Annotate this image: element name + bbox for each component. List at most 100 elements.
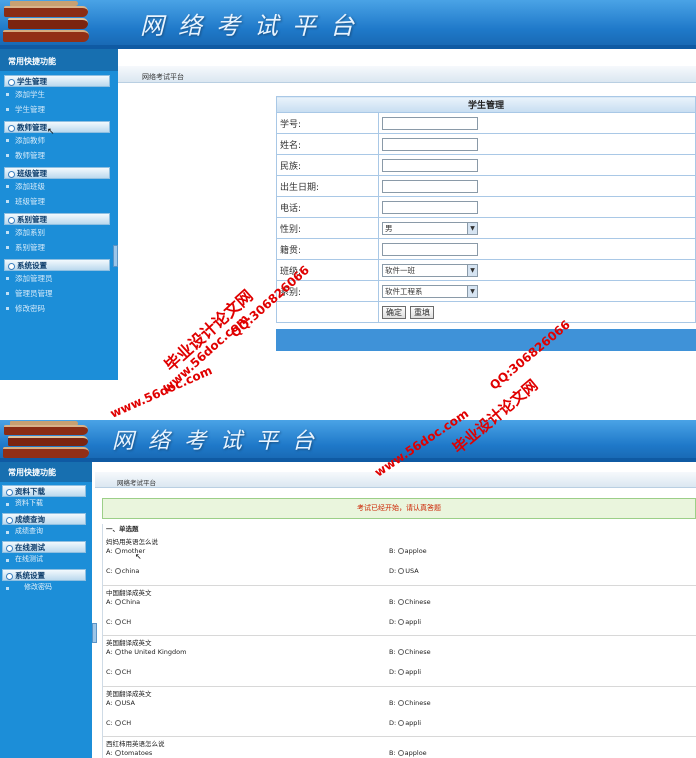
sidebar-item-manage-student[interactable]: 学生管理 [0, 102, 118, 117]
form-title: 学生管理 [276, 96, 696, 113]
phone-input[interactable] [382, 200, 478, 214]
radio-icon [114, 618, 121, 625]
radio-icon [397, 598, 404, 605]
breadcrumb: 网络考试平台 [142, 73, 184, 81]
option-c[interactable]: C: CH [106, 719, 131, 727]
gender-select[interactable]: 男 ▼ [382, 221, 478, 235]
header-banner: 网络考试平台 [0, 0, 696, 49]
sidebar-toggle-handle[interactable] [92, 623, 97, 643]
sidebar-group-student[interactable]: 学生管理 [4, 75, 110, 87]
option-d[interactable]: D: appli [389, 618, 421, 626]
option-b[interactable]: B: apploe [389, 749, 427, 757]
sidebar: 常用快捷功能 资料下载 资料下载 成绩查询 成绩查询 在线测试 在线测试 系统设… [0, 462, 92, 758]
option-a[interactable]: A: China [106, 598, 140, 606]
sidebar-group-scores[interactable]: 成绩查询 [2, 513, 86, 525]
option-a[interactable]: A: tomatoes [106, 749, 152, 757]
sidebar-title: 常用快捷功能 [0, 49, 118, 71]
content-topbar [118, 66, 696, 83]
sidebar-item-change-password[interactable]: 修改密码 [0, 581, 92, 594]
gender-label: 性别: [276, 217, 379, 239]
option-a[interactable]: A: USA [106, 699, 135, 707]
question-item: 美国翻译成英文 A: USA B: Chinese C: CH D: appli [103, 687, 696, 737]
sidebar-item-downloads[interactable]: 资料下载 [0, 497, 92, 510]
question-item: 中国翻译成英文 A: China B: Chinese C: CH D: appli [103, 586, 696, 636]
option-c[interactable]: C: CH [106, 618, 131, 626]
ethnicity-input[interactable] [382, 158, 478, 172]
sidebar-group-class[interactable]: 班级管理 [4, 167, 110, 179]
sidebar-item-change-password[interactable]: 修改密码 [0, 301, 118, 316]
question-item: 妈妈用英语怎么说 A: mother B: apploe C: china D: USA… [103, 535, 696, 586]
chevron-down-icon: ▼ [467, 285, 477, 297]
student-id-input[interactable] [382, 116, 478, 130]
radio-icon [398, 568, 405, 574]
birthdate-input[interactable] [382, 179, 478, 193]
question-text: 妈妈用英语怎么说 [106, 538, 158, 546]
sidebar: 常用快捷功能 学生管理 添加学生 学生管理 教师管理 添加教师 教师管理 班级管… [0, 49, 118, 380]
name-input[interactable] [382, 137, 478, 151]
option-b[interactable]: B: Chinese [389, 598, 431, 606]
section-heading: 一、单选题 [106, 525, 139, 533]
sidebar-group-online-test[interactable]: 在线测试 [2, 541, 86, 553]
radio-icon [114, 750, 121, 756]
option-c[interactable]: C: china [106, 567, 139, 575]
phone-label: 电话: [276, 196, 379, 218]
sidebar-item-add-student[interactable]: 添加学生 [0, 87, 118, 102]
exam-questions: 一、单选题 妈妈用英语怎么说 A: mother B: apploe C: china… [102, 524, 696, 758]
radio-icon [398, 618, 405, 625]
sidebar-item-add-class[interactable]: 添加班级 [0, 179, 118, 194]
question-text: 美国翻译成英文 [106, 689, 152, 698]
confirm-button[interactable]: 确定 [382, 305, 406, 319]
option-d[interactable]: D: USA [389, 567, 419, 575]
sidebar-item-manage-class[interactable]: 班级管理 [0, 194, 118, 209]
department-select[interactable]: 软件工程系 ▼ [382, 284, 478, 298]
sidebar-group-downloads[interactable]: 资料下载 [2, 485, 86, 497]
site-title: 网络考试平台 [112, 429, 329, 454]
option-a[interactable]: A: the United Kingdom [106, 648, 186, 656]
admin-screenshot: 网络考试平台 常用快捷功能 学生管理 添加学生 学生管理 教师管理 添加教师 教… [0, 0, 696, 380]
sidebar-item-manage-department[interactable]: 系别管理 [0, 240, 118, 255]
sidebar-group-settings[interactable]: 系统设置 [4, 259, 110, 271]
sidebar-item-add-admin[interactable]: 添加管理员 [0, 271, 118, 286]
option-b[interactable]: B: Chinese [389, 648, 431, 656]
radio-icon [398, 719, 405, 726]
radio-icon [114, 669, 121, 675]
form-footer-bar [276, 329, 696, 351]
exam-notice: 考试已经开始，请认真答题 [102, 498, 696, 519]
sidebar-toggle-handle[interactable] [113, 245, 118, 267]
radio-icon [397, 548, 404, 554]
student-id-label: 学号: [276, 112, 379, 134]
radio-icon [397, 699, 404, 706]
sidebar-item-scores[interactable]: 成绩查询 [0, 525, 92, 538]
ethnicity-label: 民族: [276, 154, 379, 176]
radio-icon [114, 548, 121, 554]
option-b[interactable]: B: Chinese [389, 699, 431, 707]
sidebar-item-online-test[interactable]: 在线测试 [0, 553, 92, 566]
class-select[interactable]: 软件一班 ▼ [382, 263, 478, 277]
sidebar-item-manage-admin[interactable]: 管理员管理 [0, 286, 118, 301]
mouse-cursor-icon: ↖ [47, 127, 55, 137]
radio-icon [114, 699, 121, 706]
option-c[interactable]: C: CH [106, 668, 131, 676]
sidebar-item-manage-teacher[interactable]: 教师管理 [0, 148, 118, 163]
sidebar-item-add-department[interactable]: 添加系别 [0, 225, 118, 240]
site-title: 网络考试平台 [140, 12, 368, 40]
option-b[interactable]: B: apploe [389, 547, 427, 555]
question-item: 西红柿用英语怎么说 A: tomatoes B: apploe [103, 737, 696, 758]
chevron-down-icon: ▼ [467, 222, 477, 234]
reset-button[interactable]: 重填 [410, 305, 434, 319]
option-d[interactable]: D: appli [389, 668, 421, 676]
radio-icon [398, 669, 405, 675]
birthdate-label: 出生日期: [276, 175, 379, 197]
option-d[interactable]: D: appli [389, 719, 421, 727]
hometown-label: 籍贯: [276, 238, 379, 260]
sidebar-group-department[interactable]: 系别管理 [4, 213, 110, 225]
name-label: 姓名: [276, 133, 379, 155]
hometown-input[interactable] [382, 242, 478, 256]
chevron-down-icon: ▼ [467, 264, 477, 276]
radio-icon [397, 750, 404, 756]
sidebar-group-settings[interactable]: 系统设置 [2, 569, 86, 581]
sidebar-item-add-teacher[interactable]: 添加教师 [0, 133, 118, 148]
question-text: 英国翻译成英文 [106, 639, 152, 647]
sidebar-group-teacher[interactable]: 教师管理 [4, 121, 110, 133]
content-topbar [95, 472, 696, 488]
